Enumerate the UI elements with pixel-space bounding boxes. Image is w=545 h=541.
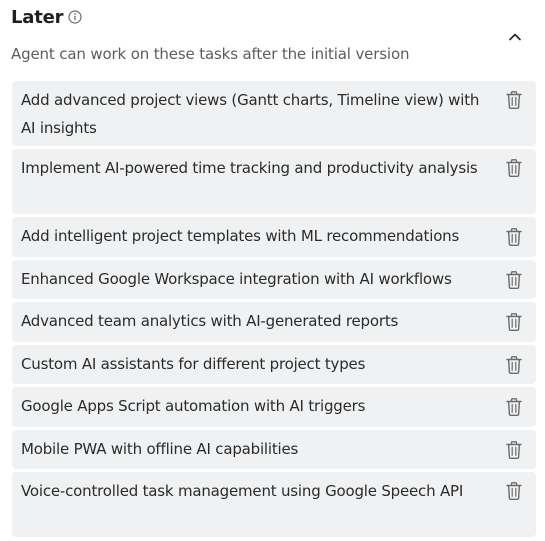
task-item[interactable]: Add advanced project views (Gantt charts… (12, 81, 536, 146)
task-text: Implement AI-powered time tracking and p… (21, 159, 478, 177)
task-list: Add advanced project views (Gantt charts… (12, 81, 536, 540)
section-title: Later (11, 7, 64, 28)
delete-task-button[interactable] (505, 270, 523, 290)
task-text: Google Apps Script automation with AI tr… (21, 397, 366, 415)
trash-icon (506, 398, 522, 416)
collapse-button[interactable] (504, 26, 526, 48)
delete-task-button[interactable] (505, 158, 523, 178)
task-text: Add intelligent project templates with M… (21, 227, 460, 245)
section-header: Later Agent can work on these tasks afte… (0, 0, 545, 78)
delete-task-button[interactable] (505, 355, 523, 375)
task-item[interactable]: Voice-controlled task management using G… (12, 472, 536, 537)
task-item[interactable]: Google Apps Script automation with AI tr… (12, 387, 536, 427)
later-section: Later Agent can work on these tasks afte… (0, 0, 545, 541)
task-item[interactable]: Enhanced Google Workspace integration wi… (12, 259, 536, 299)
info-circle-icon[interactable] (68, 10, 82, 24)
task-item[interactable]: Add intelligent project templates with M… (12, 217, 536, 257)
delete-task-button[interactable] (505, 440, 523, 460)
task-item[interactable]: Custom AI assistants for different proje… (12, 344, 536, 384)
trash-icon (506, 228, 522, 246)
delete-task-button[interactable] (505, 312, 523, 332)
task-item[interactable]: Mobile PWA with offline AI capabilities (12, 429, 536, 469)
delete-task-button[interactable] (505, 481, 523, 501)
task-text: Enhanced Google Workspace integration wi… (21, 269, 452, 288)
trash-icon (506, 270, 522, 289)
section-subtitle: Agent can work on these tasks after the … (11, 45, 410, 63)
trash-icon (506, 91, 522, 109)
chevron-up-icon (509, 33, 521, 41)
trash-icon (506, 159, 522, 177)
trash-icon (506, 355, 522, 374)
task-text: Mobile PWA with offline AI capabilities (21, 439, 299, 458)
task-text: Voice-controlled task management using G… (21, 482, 464, 500)
delete-task-button[interactable] (505, 397, 523, 417)
trash-icon (506, 440, 522, 459)
task-text: Advanced team analytics with AI-generate… (21, 312, 399, 330)
task-item[interactable]: Advanced team analytics with AI-generate… (12, 302, 536, 342)
task-text: Add advanced project views (Gantt charts… (21, 91, 480, 137)
trash-icon (506, 482, 522, 500)
delete-task-button[interactable] (505, 90, 523, 110)
trash-icon (506, 313, 522, 331)
task-item[interactable]: Implement AI-powered time tracking and p… (12, 149, 536, 214)
task-text: Custom AI assistants for different proje… (21, 354, 366, 373)
delete-task-button[interactable] (505, 227, 523, 247)
